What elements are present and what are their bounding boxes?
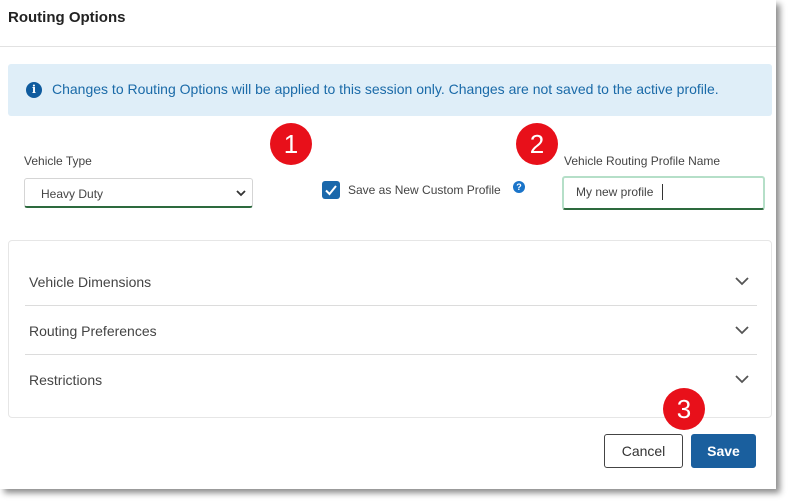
- title-divider: [0, 46, 776, 47]
- text-caret: [662, 184, 663, 200]
- section-label: Restrictions: [29, 372, 103, 388]
- section-vehicle-dimensions[interactable]: Vehicle Dimensions: [25, 258, 757, 307]
- dialog-title: Routing Options: [8, 9, 126, 26]
- chevron-down-icon[interactable]: [735, 276, 749, 286]
- section-divider: [25, 305, 757, 306]
- vehicle-type-select[interactable]: Heavy Duty: [24, 178, 253, 208]
- chevron-down-icon[interactable]: [735, 325, 749, 335]
- profile-name-input[interactable]: [576, 185, 756, 199]
- profile-name-label: Vehicle Routing Profile Name: [564, 154, 721, 168]
- section-divider: [25, 354, 757, 355]
- vehicle-type-value: Heavy Duty: [41, 187, 104, 201]
- section-routing-preferences[interactable]: Routing Preferences: [25, 307, 757, 356]
- checkmark-icon: [325, 185, 337, 196]
- cancel-button[interactable]: Cancel: [604, 434, 683, 468]
- info-banner-text: Changes to Routing Options will be appli…: [52, 81, 719, 97]
- info-icon: i: [26, 82, 42, 98]
- save-custom-profile-label[interactable]: Save as New Custom Profile: [348, 183, 501, 197]
- step-marker-2: 2: [516, 123, 558, 165]
- section-label: Routing Preferences: [29, 323, 157, 339]
- save-button[interactable]: Save: [691, 434, 756, 468]
- info-banner: i Changes to Routing Options will be app…: [8, 64, 772, 116]
- save-custom-profile-checkbox[interactable]: [322, 181, 340, 199]
- chevron-down-icon[interactable]: [735, 374, 749, 384]
- chevron-down-icon: [236, 190, 246, 197]
- section-restrictions[interactable]: Restrictions: [25, 356, 757, 405]
- help-icon[interactable]: ?: [513, 181, 525, 193]
- vehicle-type-label: Vehicle Type: [24, 154, 92, 168]
- profile-name-field[interactable]: [562, 176, 765, 210]
- routing-options-dialog: Routing Options i Changes to Routing Opt…: [0, 0, 776, 489]
- step-marker-1: 1: [270, 123, 312, 165]
- step-marker-3: 3: [663, 388, 705, 430]
- routing-sections-accordion: Vehicle Dimensions Routing Preferences R…: [8, 240, 772, 418]
- section-label: Vehicle Dimensions: [29, 274, 152, 290]
